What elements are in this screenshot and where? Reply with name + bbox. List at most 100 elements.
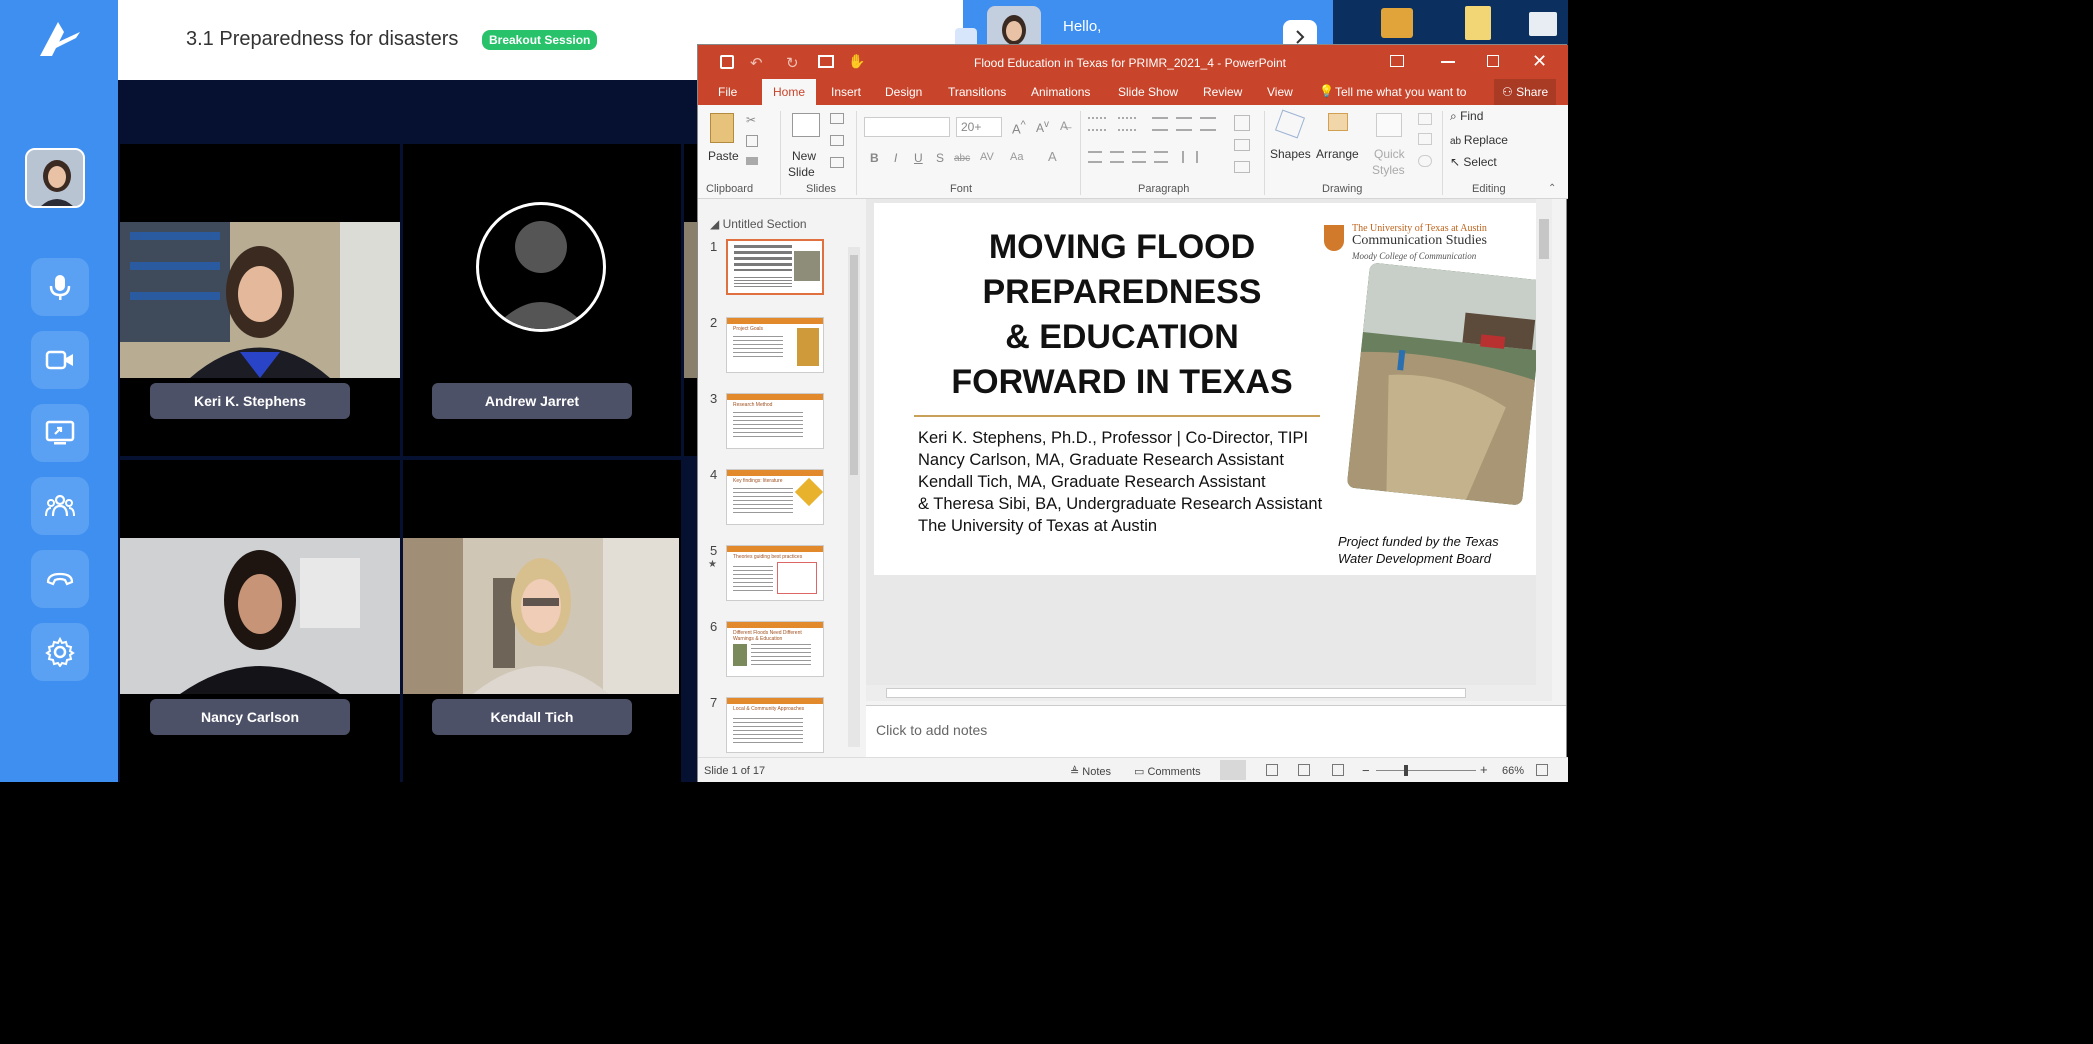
numbering-icon[interactable] [1118, 117, 1136, 131]
slide-thumbnail[interactable]: Key findings: literature [726, 469, 824, 525]
reading-view-icon[interactable] [1298, 764, 1310, 776]
tab-design[interactable]: Design [885, 85, 922, 99]
comments-toggle[interactable]: ▭ Comments [1134, 765, 1201, 778]
slide-thumbnail[interactable]: Local & Community Approaches [726, 697, 824, 753]
microphone-button[interactable] [31, 258, 89, 316]
touch-mode-icon[interactable]: ✋ [848, 53, 865, 70]
change-case-icon[interactable]: Aa [1010, 151, 1023, 163]
align-right-icon[interactable] [1132, 151, 1146, 163]
cut-icon[interactable]: ✂ [746, 113, 756, 127]
format-painter-icon[interactable] [746, 157, 758, 165]
share-button[interactable]: ⚇ Share [1494, 79, 1557, 105]
avatar[interactable] [25, 148, 85, 208]
fit-slide-icon[interactable] [1536, 764, 1548, 776]
zoom-out-button[interactable]: − [1362, 763, 1370, 778]
strikethrough-icon[interactable]: abc [954, 153, 970, 164]
layout-icon[interactable] [830, 113, 844, 124]
slideshow-view-icon[interactable] [1332, 764, 1344, 776]
align-text-icon[interactable] [1234, 139, 1250, 151]
shape-outline-icon[interactable] [1418, 133, 1432, 145]
font-name-box[interactable] [864, 117, 950, 137]
paste-button[interactable]: Paste [706, 109, 742, 179]
desktop-icon[interactable] [1529, 12, 1557, 36]
clear-format-icon[interactable]: A̶ [1060, 119, 1068, 133]
collapse-ribbon-icon[interactable]: ⌃ [1548, 183, 1556, 194]
shape-effects-icon[interactable] [1418, 155, 1432, 167]
zoom-slider[interactable] [1376, 765, 1476, 776]
notes-pane[interactable]: Click to add notes [866, 705, 1566, 757]
maximize-icon[interactable] [1487, 55, 1499, 67]
share-screen-button[interactable] [31, 404, 89, 462]
tell-me-search[interactable]: Tell me what you want to [1335, 85, 1466, 99]
font-color-icon[interactable]: A [1048, 149, 1057, 164]
minimize-icon[interactable] [1441, 61, 1455, 63]
align-left-icon[interactable] [1088, 151, 1102, 163]
shrink-font-icon[interactable]: Av [1036, 119, 1049, 135]
slide-thumbnail[interactable]: Different Floods Need Different Warnings… [726, 621, 824, 677]
font-size-box[interactable]: 20+ [956, 117, 1002, 137]
tab-review[interactable]: Review [1203, 85, 1242, 99]
redo-icon[interactable]: ↻ [786, 54, 799, 72]
new-slide-button[interactable]: New Slide [786, 109, 828, 179]
underline-icon[interactable]: U [914, 151, 923, 165]
tab-insert[interactable]: Insert [831, 85, 861, 99]
increase-indent-icon[interactable] [1176, 117, 1192, 131]
app-logo[interactable] [36, 18, 84, 60]
save-icon[interactable] [720, 55, 734, 69]
align-center-icon[interactable] [1110, 151, 1124, 163]
slide-thumbnail[interactable]: Research Method [726, 393, 824, 449]
present-icon[interactable] [818, 55, 834, 68]
copy-icon[interactable] [746, 135, 758, 147]
select-button[interactable]: ↖ Select [1450, 155, 1497, 169]
bullets-icon[interactable] [1088, 117, 1106, 131]
video-tile-kendall[interactable]: Kendall Tich [403, 460, 681, 782]
find-button[interactable]: ⌕ Find [1450, 109, 1483, 124]
shapes-button[interactable]: Shapes [1270, 109, 1312, 179]
vertical-scrollbar[interactable] [1536, 199, 1552, 687]
video-tile-keri[interactable]: Keri K. Stephens [120, 144, 400, 456]
reset-icon[interactable] [830, 135, 844, 146]
section-icon[interactable] [830, 157, 844, 168]
line-spacing-icon[interactable] [1200, 117, 1216, 131]
justify-icon[interactable] [1154, 151, 1168, 163]
current-slide[interactable]: MOVING FLOOD PREPAREDNESS & EDUCATION FO… [874, 203, 1546, 575]
slide-sorter-icon[interactable] [1266, 764, 1278, 776]
leave-call-button[interactable] [31, 550, 89, 608]
tab-animations[interactable]: Animations [1031, 85, 1090, 99]
shadow-icon[interactable]: S [936, 151, 944, 165]
settings-button[interactable] [31, 623, 89, 681]
tab-file[interactable]: File [718, 85, 737, 99]
tab-slide-show[interactable]: Slide Show [1118, 85, 1178, 99]
participants-button[interactable] [31, 477, 89, 535]
shape-fill-icon[interactable] [1418, 113, 1432, 125]
video-tile-nancy[interactable]: Nancy Carlson [120, 460, 400, 782]
smartart-icon[interactable] [1234, 161, 1250, 173]
bold-icon[interactable]: B [870, 151, 879, 165]
text-direction-icon[interactable] [1234, 115, 1250, 131]
decrease-indent-icon[interactable] [1152, 117, 1168, 131]
arrange-button[interactable]: Arrange [1316, 109, 1366, 179]
ribbon-display-icon[interactable] [1390, 55, 1404, 67]
tab-view[interactable]: View [1267, 85, 1293, 99]
normal-view-icon[interactable] [1220, 760, 1246, 780]
spacing-icon[interactable]: AV [980, 151, 994, 163]
slide-thumbnail[interactable]: Theories guiding best practices [726, 545, 824, 601]
zoom-in-button[interactable]: + [1480, 762, 1488, 777]
tab-transitions[interactable]: Transitions [948, 85, 1006, 99]
slide-thumbnail[interactable]: Project Goals [726, 317, 824, 373]
folder-icon[interactable] [1465, 6, 1491, 40]
quick-styles-button[interactable]: Quick Styles [1370, 109, 1414, 183]
slide-thumbnail[interactable] [726, 239, 824, 295]
section-header[interactable]: ◢ Untitled Section [710, 217, 807, 231]
tab-home[interactable]: Home [762, 79, 817, 105]
desktop-icon[interactable] [1381, 8, 1413, 38]
italic-icon[interactable]: I [894, 151, 897, 165]
horizontal-scrollbar[interactable] [866, 685, 1552, 701]
grow-font-icon[interactable]: A^ [1012, 119, 1026, 136]
camera-button[interactable] [31, 331, 89, 389]
replace-button[interactable]: ab Replace [1450, 133, 1508, 147]
close-icon[interactable]: ✕ [1532, 51, 1547, 72]
undo-icon[interactable]: ↶ [750, 54, 763, 72]
video-tile-andrew[interactable]: Andrew Jarret [403, 144, 681, 456]
thumbs-scrollbar[interactable] [848, 247, 860, 747]
